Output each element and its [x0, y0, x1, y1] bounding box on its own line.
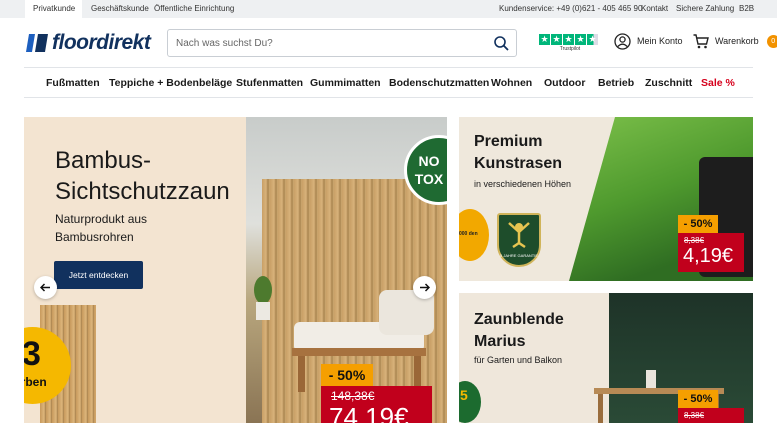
main-nav: Fußmatten Teppiche + Bodenbeläge Stufenm…: [24, 67, 753, 98]
slider-next-button[interactable]: [413, 276, 436, 299]
cart-label: Warenkorb: [715, 36, 759, 46]
guarantee-text: 5 JAHRE GARANTIE: [499, 253, 538, 258]
customer-service-phone[interactable]: Kundenservice: +49 (0)621 - 405 465 90: [499, 0, 642, 18]
no-tox-line2: TOX: [414, 171, 444, 187]
card2-title-line2: Marius: [474, 333, 526, 350]
nav-item-wohnen[interactable]: Wohnen: [491, 68, 532, 98]
color-count-number: 3: [24, 335, 41, 373]
hero-discount-badge: - 50%: [321, 364, 373, 386]
card1-title-line1: Premium: [474, 133, 543, 150]
segment-oeffentliche-einrichtung[interactable]: Öffentliche Einrichtung: [154, 0, 234, 18]
logo[interactable]: floordirekt: [26, 31, 151, 55]
cart-icon: [693, 33, 709, 48]
nav-item-stufenmatten[interactable]: Stufenmatten: [236, 68, 303, 98]
contact-link[interactable]: Kontakt: [641, 0, 668, 18]
hero-price-box: 148,38€ 74,19€: [321, 386, 432, 423]
segment-privatkunde[interactable]: Privatkunde: [25, 0, 82, 18]
hero-subtitle-line2: Bambusrohren: [55, 230, 134, 244]
hero-title-line2: Sichtschutzzaun: [55, 178, 230, 205]
hero-slide[interactable]: 3 arben NO TOX Bambus- Sichtschutzzaun N…: [24, 117, 447, 423]
nav-item-bodenschutzmatten[interactable]: Bodenschutzmatten: [389, 68, 489, 98]
quality-seal-text: 000 den: [459, 231, 478, 237]
no-tox-line1: NO: [418, 153, 440, 169]
card1-new-price: 4,19€: [683, 245, 734, 267]
hero-title-line1: Bambus-: [55, 147, 152, 174]
user-icon: [614, 32, 631, 50]
card1-title-line2: Kunstrasen: [474, 155, 563, 172]
nav-item-outdoor[interactable]: Outdoor: [544, 68, 585, 98]
hero-subtitle: Naturprodukt aus Bambusrohren: [55, 210, 195, 246]
search-input[interactable]: [176, 36, 476, 51]
cart-link[interactable]: Warenkorb 0: [693, 31, 777, 51]
hero-new-price: 74,19€: [329, 402, 409, 423]
quality-seal-icon: 000 den: [459, 209, 489, 261]
card2-old-price: 8,38€: [684, 411, 705, 420]
card2-price-box: 8,38€: [678, 408, 744, 423]
secure-payment-link[interactable]: Sichere Zahlung: [676, 0, 734, 18]
trustpilot-rating[interactable]: ★ ★ ★ ★ ★ Trustpilot: [539, 34, 601, 52]
color-count-label: arben: [24, 375, 47, 389]
hero-cta-button[interactable]: Jetzt entdecken: [54, 261, 143, 289]
card1-subtitle: in verschiedenen Höhen: [474, 179, 572, 189]
nav-item-zuschnitt[interactable]: Zuschnitt: [645, 68, 692, 98]
nav-item-fussmatten[interactable]: Fußmatten: [46, 68, 100, 98]
nav-item-betrieb[interactable]: Betrieb: [598, 68, 634, 98]
nav-item-teppiche[interactable]: Teppiche + Bodenbeläge: [109, 68, 232, 98]
card1-price-box: 8,38€ 4,19€: [678, 233, 744, 272]
card2-subtitle: für Garten und Balkon: [474, 355, 563, 365]
card1-old-price: 8,38€: [684, 236, 705, 245]
hero-subtitle-line1: Naturprodukt aus: [55, 212, 148, 226]
promo-card-kunstrasen[interactable]: Premium Kunstrasen in verschiedenen Höhe…: [459, 117, 753, 281]
header: floordirekt ★★★★★ Trustpilot Mein Konto …: [0, 18, 777, 68]
card2-title-line1: Zaunblende: [474, 311, 564, 328]
slider-prev-button[interactable]: [34, 276, 57, 299]
trophy-figure-icon: [508, 222, 530, 249]
guarantee-shield-icon: 5 JAHRE GARANTIE: [497, 213, 541, 267]
promo-card-zaunblende[interactable]: Zaunblende Marius für Garten und Balkon …: [459, 293, 753, 423]
card1-discount-badge: - 50%: [678, 215, 718, 233]
guarantee-seal-icon: 5: [459, 381, 481, 423]
nav-item-sale[interactable]: Sale %: [701, 68, 735, 98]
nav-item-gummimatten[interactable]: Gummimatten: [310, 68, 381, 98]
account-link[interactable]: Mein Konto: [614, 31, 683, 51]
top-bar: Privatkunde Geschäftskunde Öffentliche E…: [0, 0, 777, 18]
logo-text: floordirekt: [52, 31, 151, 54]
plant-image: [254, 276, 272, 320]
account-label: Mein Konto: [637, 36, 683, 46]
hero-old-price: 148,38€: [331, 389, 375, 403]
cart-count-badge: 0: [766, 34, 777, 48]
b2b-link[interactable]: B2B: [739, 0, 754, 18]
card1-title: Premium Kunstrasen: [474, 131, 562, 175]
segment-geschaeftskunde[interactable]: Geschäftskunde: [91, 0, 149, 18]
card2-title: Zaunblende Marius: [474, 309, 564, 353]
logo-icon: [26, 34, 48, 52]
search-box: [167, 29, 517, 57]
hero-title: Bambus- Sichtschutzzaun: [55, 145, 230, 207]
search-icon[interactable]: [494, 36, 509, 56]
trustpilot-label: Trustpilot: [559, 46, 581, 52]
trustpilot-stars-icon: ★ ★ ★ ★ ★: [539, 34, 598, 45]
guarantee-seal-number: 5: [460, 387, 468, 403]
card2-discount-badge: - 50%: [678, 390, 718, 408]
arrow-left-icon: [40, 283, 50, 292]
arrow-right-icon: [420, 283, 430, 292]
